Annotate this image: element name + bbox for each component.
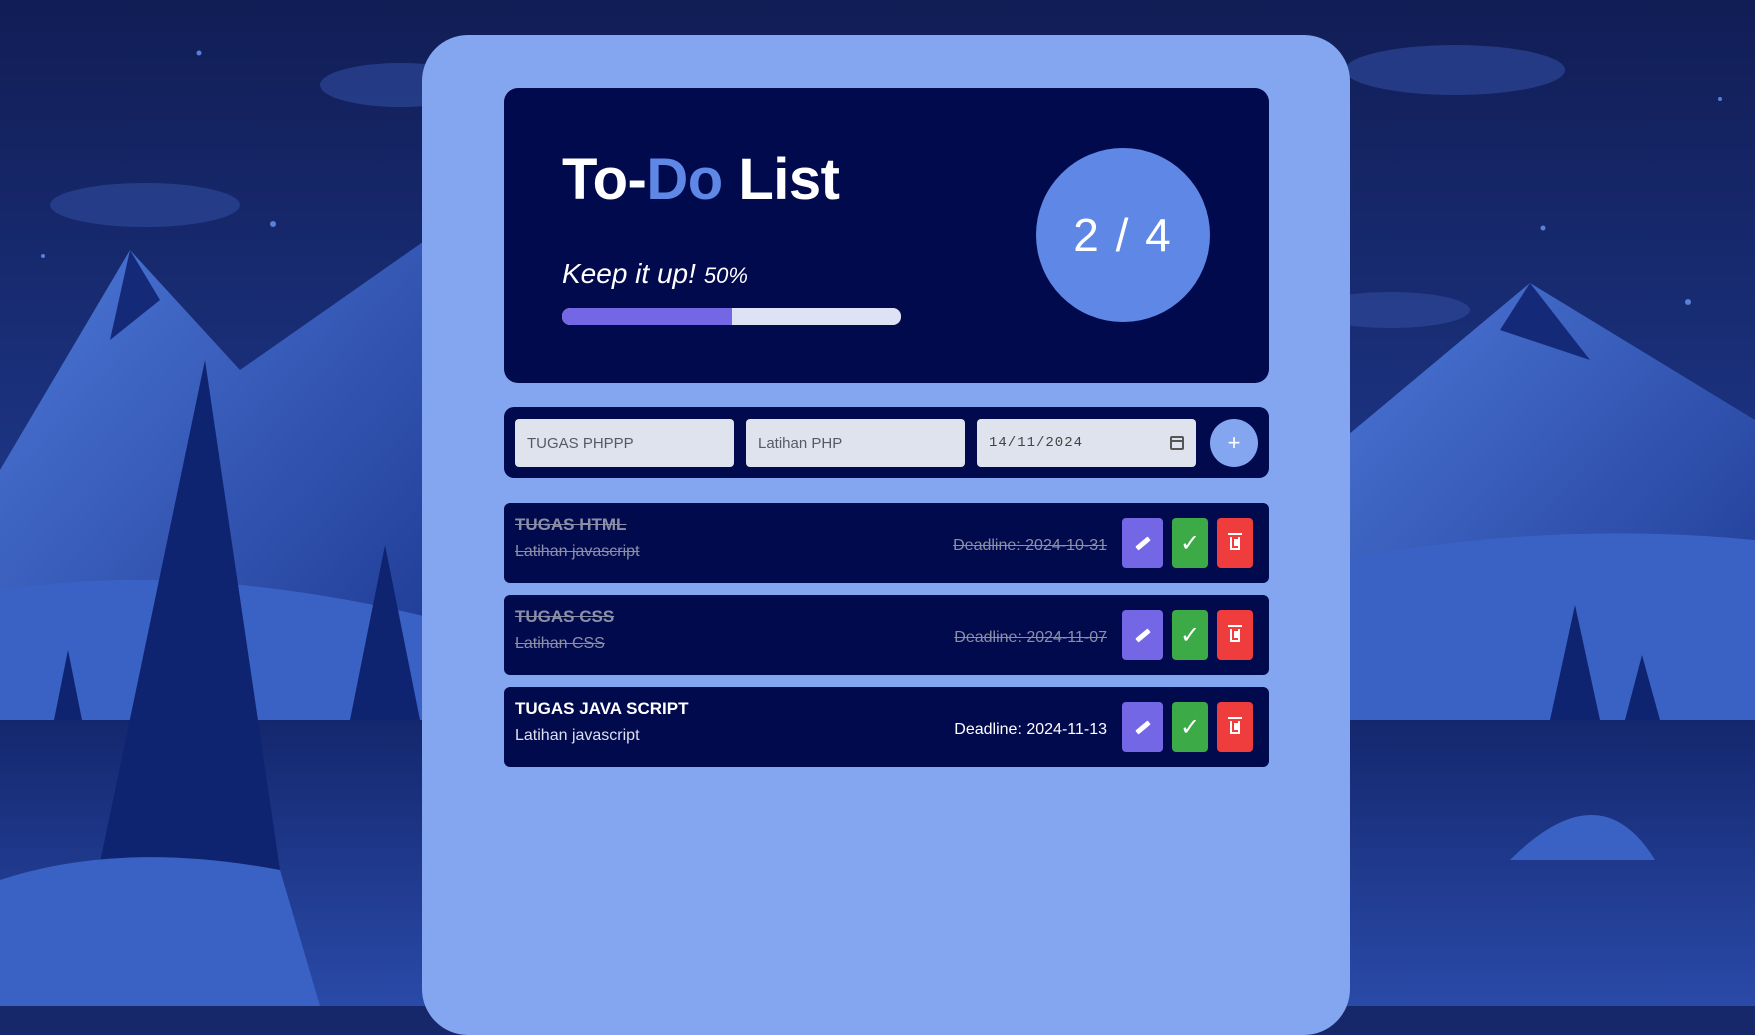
task-item: TUGAS HTML Latihan javascript Deadline: 20… <box>504 503 1269 583</box>
trash-icon <box>1228 532 1242 550</box>
edit-task-button[interactable] <box>1122 610 1163 660</box>
title-suffix: List <box>722 147 840 212</box>
task-deadline: Deadline: 2024-10-31 <box>953 537 1107 554</box>
deadline-date-value: 14/11/2024 <box>989 435 1084 451</box>
task-description-input[interactable] <box>746 419 965 467</box>
title-prefix: To- <box>562 147 647 212</box>
completion-counter: 2 / 4 <box>1036 148 1210 322</box>
pencil-icon <box>1134 719 1151 735</box>
add-task-button[interactable]: + <box>1210 419 1258 467</box>
task-name: TUGAS HTML <box>515 515 627 534</box>
task-deadline: Deadline: 2024-11-07 <box>954 629 1107 646</box>
delete-task-button[interactable] <box>1217 518 1253 568</box>
task-description: Latihan javascript <box>515 543 640 560</box>
task-name: TUGAS JAVA SCRIPT <box>515 699 689 718</box>
progress-percent: 50% <box>703 263 748 288</box>
title-accent: Do <box>646 147 723 212</box>
task-description: Latihan javascript <box>515 727 640 744</box>
task-item: TUGAS JAVA SCRIPT Latihan javascript Deadl… <box>504 687 1269 767</box>
add-task-form: 14/11/2024 + <box>504 407 1269 478</box>
task-name-input[interactable] <box>515 419 734 467</box>
task-item: TUGAS CSS Latihan CSS Deadline: 2024-11-07… <box>504 595 1269 675</box>
pencil-icon <box>1134 627 1151 643</box>
complete-task-button[interactable]: ✓ <box>1172 610 1208 660</box>
trash-icon <box>1228 716 1242 734</box>
todo-card: To-Do List Keep it up! 50% 2 / 4 14/11/20… <box>422 35 1350 1035</box>
calendar-icon[interactable] <box>1170 436 1184 450</box>
motto-text: Keep it up! <box>562 258 696 289</box>
edit-task-button[interactable] <box>1122 518 1163 568</box>
app-title: To-Do List <box>562 146 840 213</box>
delete-task-button[interactable] <box>1217 702 1253 752</box>
trash-icon <box>1228 624 1242 642</box>
complete-task-button[interactable]: ✓ <box>1172 702 1208 752</box>
complete-task-button[interactable]: ✓ <box>1172 518 1208 568</box>
task-deadline: Deadline: 2024-11-13 <box>954 721 1107 738</box>
task-name: TUGAS CSS <box>515 607 615 626</box>
motto: Keep it up! 50% <box>562 258 748 290</box>
task-description: Latihan CSS <box>515 635 605 652</box>
delete-task-button[interactable] <box>1217 610 1253 660</box>
deadline-date-input[interactable]: 14/11/2024 <box>977 419 1196 467</box>
edit-task-button[interactable] <box>1122 702 1163 752</box>
header-panel: To-Do List Keep it up! 50% 2 / 4 <box>504 88 1269 383</box>
progress-bar-fill <box>562 308 732 325</box>
progress-bar <box>562 308 901 325</box>
pencil-icon <box>1134 535 1151 551</box>
